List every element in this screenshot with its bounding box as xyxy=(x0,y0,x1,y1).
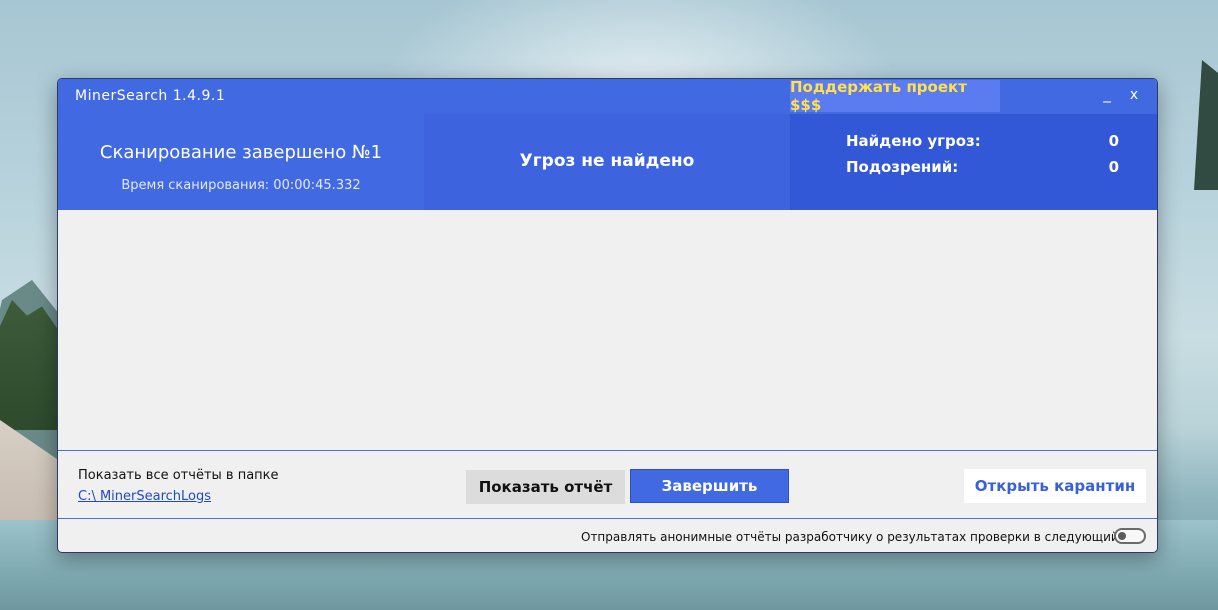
toggle-knob xyxy=(1118,532,1126,540)
minersearch-window: MinerSearch 1.4.9.1 Поддержать проект $$… xyxy=(57,78,1158,553)
anonymous-reports-toggle[interactable] xyxy=(1114,528,1146,544)
scan-summary-panel: Сканирование завершено №1 Время сканиров… xyxy=(58,114,1157,210)
logs-folder-link[interactable]: C:\ MinerSearchLogs xyxy=(78,489,211,504)
logs-folder-label: Показать все отчёты в папке xyxy=(78,468,279,483)
threats-found-value: 0 xyxy=(1108,132,1119,150)
finish-button[interactable]: Завершить xyxy=(630,469,789,503)
results-list[interactable] xyxy=(58,210,1157,450)
close-button[interactable]: x xyxy=(1125,87,1143,107)
scan-info-block: Сканирование завершено №1 Время сканиров… xyxy=(58,114,424,210)
scan-complete-title: Сканирование завершено №1 xyxy=(99,142,383,163)
open-quarantine-button[interactable]: Открыть карантин xyxy=(964,469,1146,503)
scan-status-text: Угроз не найдено xyxy=(519,151,695,171)
minimize-button[interactable]: _ xyxy=(1098,85,1116,107)
threats-found-label: Найдено угроз: xyxy=(846,132,981,150)
support-project-button[interactable]: Поддержать проект $$$ xyxy=(790,79,1000,114)
title-bar[interactable]: MinerSearch 1.4.9.1 Поддержать проект $$… xyxy=(58,79,1157,114)
app-title: MinerSearch 1.4.9.1 xyxy=(75,88,226,104)
scan-stats-block: Найдено угроз: 0 Подозрений: 0 xyxy=(790,114,1157,210)
footer-divider-top xyxy=(58,450,1157,451)
trees-left xyxy=(0,300,60,430)
scan-status-block: Угроз не найдено xyxy=(424,114,790,210)
scan-duration: Время сканирования: 00:00:45.332 xyxy=(121,178,361,193)
suspicions-value: 0 xyxy=(1108,158,1119,176)
show-report-button[interactable]: Показать отчёт xyxy=(466,470,625,504)
anonymous-reports-label: Отправлять анонимные отчёты разработчику… xyxy=(581,530,1144,544)
island-right xyxy=(1194,60,1218,190)
suspicions-label: Подозрений: xyxy=(846,158,959,176)
footer-divider-bottom xyxy=(58,518,1157,519)
